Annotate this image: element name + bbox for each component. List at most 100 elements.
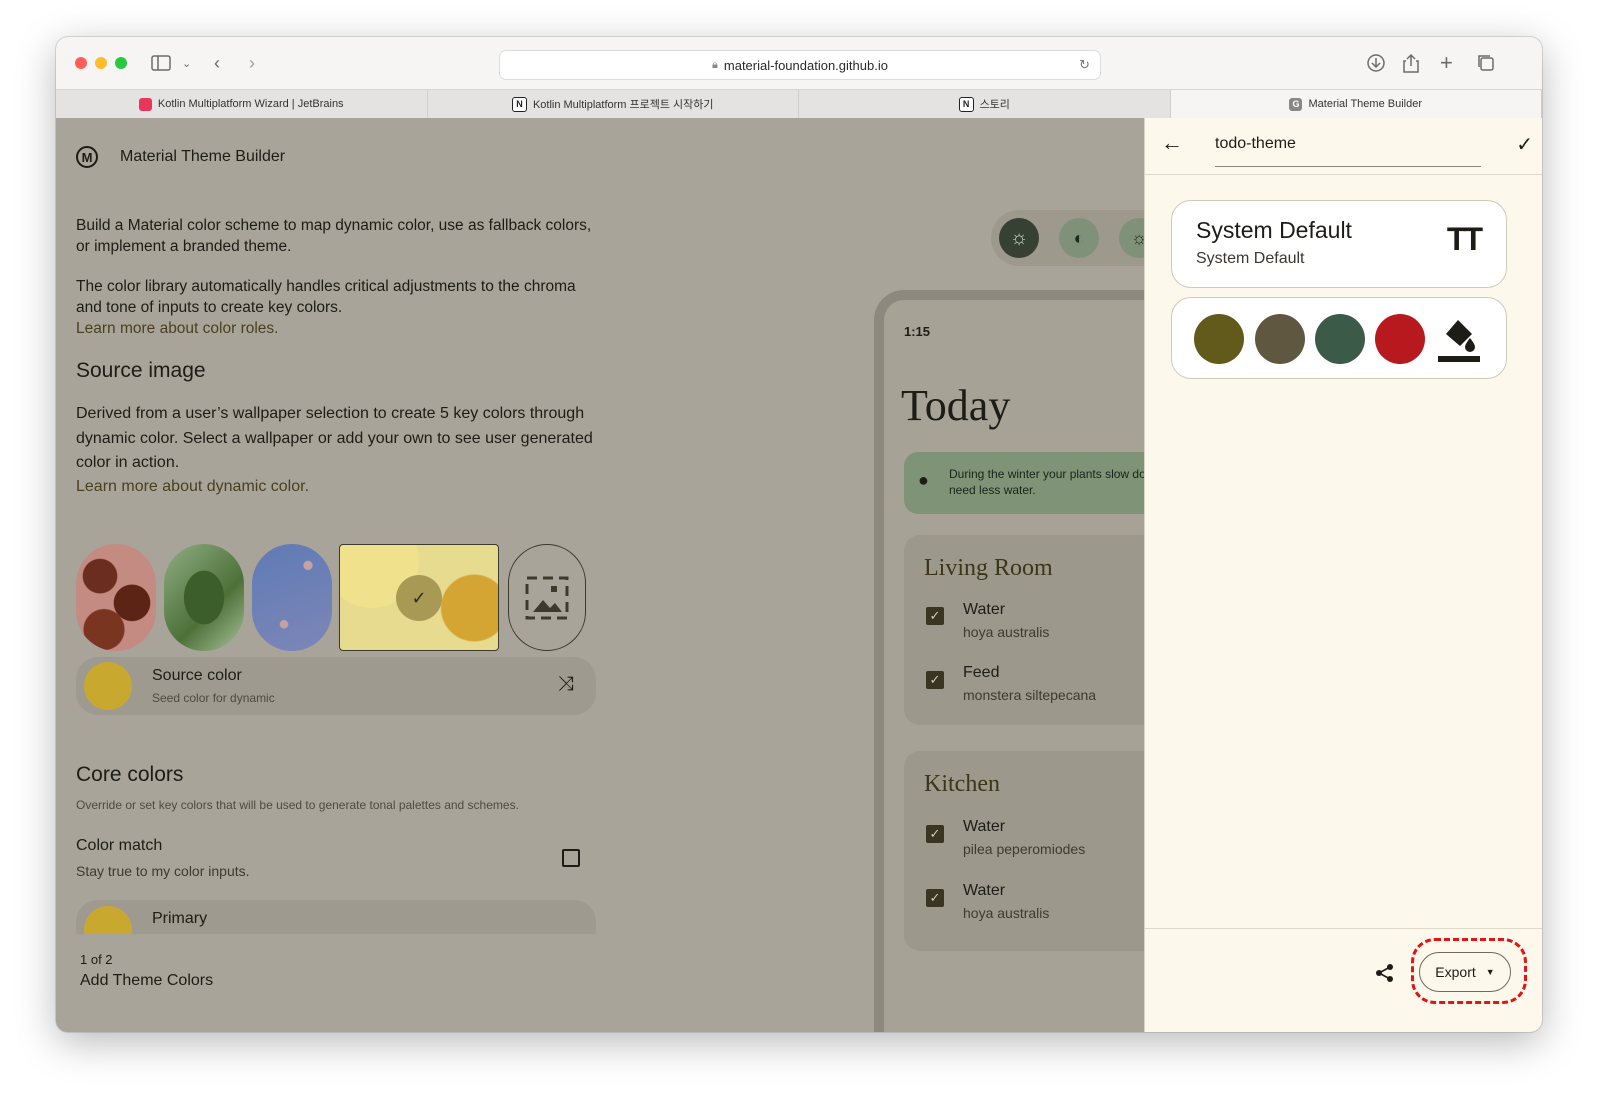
material-logo-icon: M <box>76 146 98 168</box>
dark-mode-icon[interactable]: ☼ <box>1119 218 1144 258</box>
browser-window: ⌄ ‹ › 🔒︎ material-foundation.github.io ↻… <box>56 37 1542 1032</box>
back-icon[interactable]: ‹ <box>214 51 220 75</box>
room-card-living: Living Room ✓ Water hoya australis ✓ Fee… <box>904 535 1144 725</box>
panel-header: ← todo-theme ✓ <box>1145 118 1542 175</box>
tab-label: Kotlin Multiplatform 프로젝트 시작하기 <box>532 99 714 111</box>
tab-label: 스토리 <box>979 99 1010 111</box>
light-mode-icon[interactable]: ☼ <box>999 218 1039 258</box>
phone-preview: 1:15 Today ● During the winter your plan… <box>874 290 1144 1032</box>
tip-text: During the winter your plants slow down … <box>949 467 1144 497</box>
annotation-highlight <box>1411 938 1527 1004</box>
add-photo-icon <box>525 576 569 619</box>
downloads-icon[interactable] <box>1366 51 1386 75</box>
jetbrains-icon <box>138 97 152 111</box>
core-colors-heading: Core colors <box>76 763 184 786</box>
tip-card: ● During the winter your plants slow dow… <box>904 452 1144 514</box>
browser-toolbar: ⌄ ‹ › 🔒︎ material-foundation.github.io ↻… <box>56 37 1542 89</box>
error-swatch[interactable] <box>1375 314 1425 364</box>
address-bar[interactable]: 🔒︎ material-foundation.github.io ↻ <box>499 50 1101 80</box>
notion-icon: N <box>958 96 974 112</box>
share-icon[interactable] <box>1402 51 1420 75</box>
tab-material-theme-builder[interactable]: G Material Theme Builder <box>1170 90 1542 118</box>
theme-name-input[interactable]: todo-theme <box>1215 126 1481 167</box>
theme-panel: ← todo-theme ✓ System Default System Def… <box>1144 118 1542 1032</box>
primary-color-row[interactable]: Primary <box>76 900 596 934</box>
tab-overview-icon[interactable] <box>1476 51 1496 75</box>
secondary-swatch[interactable] <box>1255 314 1305 364</box>
tertiary-swatch[interactable] <box>1315 314 1365 364</box>
font-title: System Default <box>1196 217 1352 243</box>
source-color-sub: Seed color for dynamic <box>152 691 275 705</box>
task-checkbox[interactable]: ✓ <box>926 607 944 625</box>
source-color-label: Source color <box>152 667 242 684</box>
task-name: Water <box>963 601 1006 618</box>
preview-title: Today <box>901 381 1011 430</box>
close-window-button[interactable] <box>75 57 87 69</box>
room-name: Kitchen <box>924 771 1000 797</box>
wallpaper-blue[interactable] <box>252 544 332 651</box>
notion-icon: N <box>511 96 527 112</box>
forward-icon[interactable]: › <box>249 51 255 75</box>
tab-story[interactable]: N 스토리 <box>799 90 1171 118</box>
tab-label: Material Theme Builder <box>1308 98 1422 110</box>
lightbulb-icon: ● <box>918 470 929 490</box>
check-icon: ✓ <box>396 575 442 621</box>
reload-icon[interactable]: ↻ <box>1079 57 1090 73</box>
paint-bucket-icon[interactable] <box>1436 312 1482 364</box>
minimize-window-button[interactable] <box>95 57 107 69</box>
zoom-window-button[interactable] <box>115 57 127 69</box>
add-image-button[interactable] <box>508 544 586 651</box>
primary-swatch[interactable] <box>1194 314 1244 364</box>
builder-main: M Material Theme Builder Build a Materia… <box>56 118 1144 1032</box>
page-content: M Material Theme Builder Build a Materia… <box>56 118 1542 1032</box>
wallpaper-yellow-selected[interactable]: ✓ <box>339 544 499 651</box>
status-time: 1:15 <box>904 324 931 339</box>
intro-paragraph-1: Build a Material color scheme to map dyn… <box>76 217 592 255</box>
color-swatch-row <box>1171 297 1507 379</box>
contrast-mode-icon[interactable]: ◐ <box>1059 218 1099 258</box>
source-color-row[interactable]: Source color Seed color for dynamic ⤨ <box>76 657 596 715</box>
confirm-check-icon[interactable]: ✓ <box>1516 132 1533 157</box>
source-image-heading: Source image <box>76 359 206 382</box>
new-tab-icon[interactable]: + <box>1440 50 1453 75</box>
source-image-description: Derived from a user’s wallpaper selectio… <box>76 405 593 471</box>
task-name: Feed <box>963 664 1000 681</box>
lock-icon: 🔒︎ <box>712 58 718 71</box>
room-card-kitchen: Kitchen ✓ Water pilea peperomiodes ✓ Wat… <box>904 751 1144 951</box>
pager-label: Add Theme Colors <box>80 972 214 989</box>
plant-name: hoya australis <box>963 624 1050 640</box>
plant-name: monstera siltepecana <box>963 687 1097 703</box>
plant-name: hoya australis <box>963 905 1050 921</box>
source-color-swatch[interactable] <box>84 662 132 710</box>
room-name: Living Room <box>924 555 1053 581</box>
tab-label: Kotlin Multiplatform Wizard | JetBrains <box>157 98 344 110</box>
task-name: Water <box>963 882 1006 899</box>
tab-kotlin-wizard[interactable]: Kotlin Multiplatform Wizard | JetBrains <box>56 90 428 118</box>
task-checkbox[interactable]: ✓ <box>926 825 944 843</box>
footer-divider <box>1145 928 1542 929</box>
tab-bar: Kotlin Multiplatform Wizard | JetBrains … <box>56 89 1542 119</box>
task-checkbox[interactable]: ✓ <box>926 889 944 907</box>
color-match-sub: Stay true to my color inputs. <box>76 863 250 879</box>
task-checkbox[interactable]: ✓ <box>926 671 944 689</box>
dynamic-color-link[interactable]: Learn more about dynamic color. <box>76 476 596 497</box>
sidebar-toggle-icon[interactable] <box>150 51 172 75</box>
back-arrow-icon[interactable]: ← <box>1161 130 1183 156</box>
material-g-icon: G <box>1289 97 1303 111</box>
pager-count: 1 of 2 <box>80 952 113 967</box>
wallpaper-leaf[interactable] <box>164 544 244 651</box>
tab-kotlin-notion[interactable]: N Kotlin Multiplatform 프로젝트 시작하기 <box>428 90 799 118</box>
chevron-down-icon[interactable]: ⌄ <box>182 51 191 75</box>
color-roles-link[interactable]: Learn more about color roles. <box>76 318 596 339</box>
primary-label: Primary <box>152 910 208 927</box>
font-selector[interactable]: System Default System Default TT <box>1171 200 1507 288</box>
preview-mode-toggle: ☼ ◐ ☼ <box>991 210 1144 266</box>
font-size-icon: TT <box>1446 221 1483 257</box>
intro-paragraph-2: The color library automatically handles … <box>76 278 576 316</box>
wallpaper-coral[interactable] <box>76 544 156 651</box>
share-node-icon[interactable] <box>1375 963 1395 989</box>
plant-name: pilea peperomiodes <box>963 841 1086 857</box>
shuffle-icon[interactable]: ⤨ <box>558 673 574 696</box>
primary-color-swatch[interactable] <box>84 906 132 934</box>
color-match-checkbox[interactable] <box>562 849 580 867</box>
